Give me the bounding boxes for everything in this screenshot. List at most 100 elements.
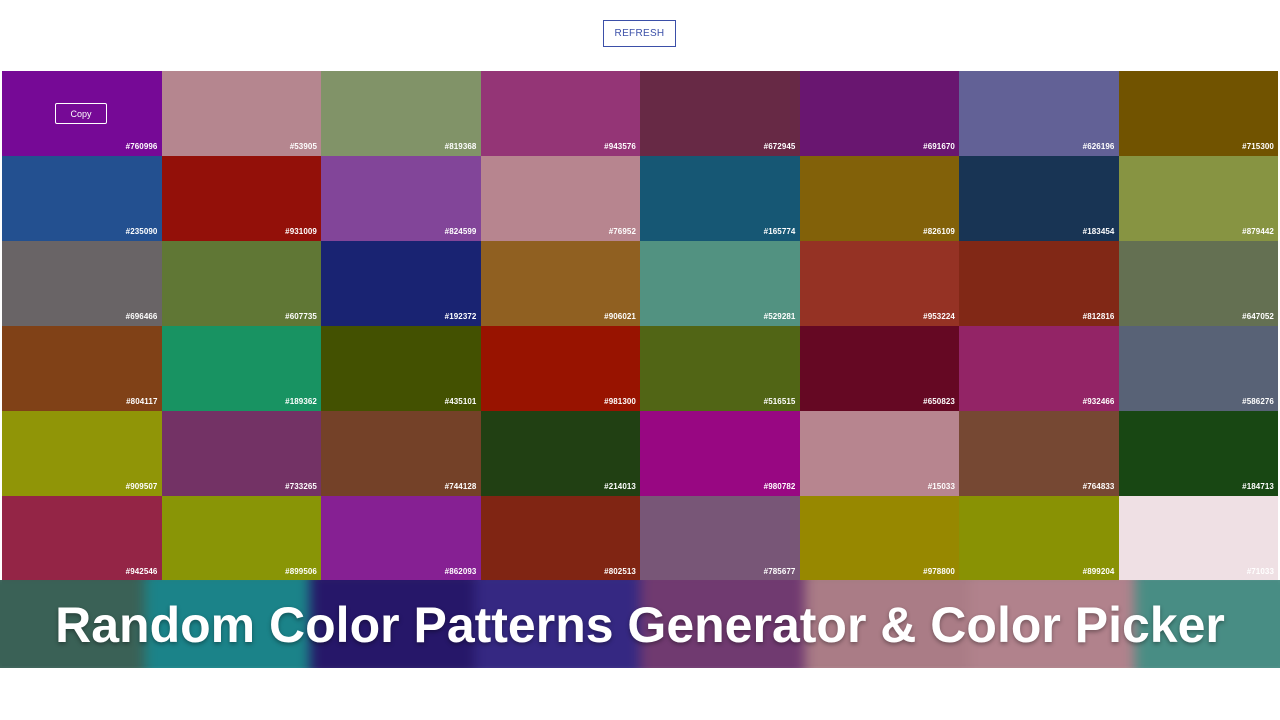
color-swatch[interactable]: #862093 — [321, 496, 481, 581]
swatch-hex-label: #906021 — [604, 312, 636, 321]
color-swatch[interactable]: #76952 — [480, 156, 640, 241]
color-swatch[interactable]: #53905 — [161, 71, 321, 156]
color-swatch[interactable]: #981300 — [480, 326, 640, 411]
swatch-hex-label: #819368 — [444, 142, 477, 151]
color-swatch[interactable]: #607735 — [161, 241, 321, 326]
swatch-hex-label: #715300 — [1242, 142, 1274, 151]
swatch-hex-label: #978800 — [923, 567, 955, 576]
color-swatch[interactable]: #942546 — [2, 496, 162, 581]
swatch-hex-label: #899506 — [285, 567, 317, 576]
swatch-hex-label: #189362 — [285, 397, 317, 406]
swatch-hex-label: #183454 — [1082, 227, 1115, 236]
color-swatch[interactable]: #943576 — [480, 71, 640, 156]
swatch-hex-label: #953224 — [923, 312, 955, 321]
color-swatch[interactable]: #733265 — [161, 411, 321, 496]
swatch-hex-label: #764833 — [1082, 482, 1115, 491]
color-swatch[interactable]: #812816 — [959, 241, 1119, 326]
swatch-hex-label: #879442 — [1242, 227, 1274, 236]
color-swatch[interactable]: #165774 — [640, 156, 800, 241]
color-swatch[interactable]: #980782 — [640, 411, 800, 496]
swatch-hex-label: #981300 — [604, 397, 636, 406]
swatch-hex-label: #691670 — [923, 142, 955, 151]
color-swatch[interactable]: #647052 — [1118, 241, 1278, 326]
swatch-hex-label: #760996 — [125, 142, 158, 151]
swatch-hex-label: #824599 — [444, 227, 477, 236]
color-swatch[interactable]: #978800 — [799, 496, 959, 581]
color-swatch[interactable]: #650823 — [799, 326, 959, 411]
swatch-hex-label: #192372 — [444, 312, 477, 321]
color-swatch[interactable]: #764833 — [959, 411, 1119, 496]
color-swatch[interactable]: #626196 — [959, 71, 1119, 156]
swatch-hex-label: #516515 — [763, 397, 796, 406]
swatch-hex-label: #696466 — [125, 312, 158, 321]
swatch-hex-label: #942546 — [125, 567, 158, 576]
swatch-hex-label: #184713 — [1242, 482, 1274, 491]
color-swatch[interactable]: #435101 — [321, 326, 481, 411]
color-swatch[interactable]: #931009 — [161, 156, 321, 241]
color-swatch[interactable]: #214013 — [480, 411, 640, 496]
color-swatch[interactable]: #71033 — [1118, 496, 1278, 581]
color-swatch[interactable]: #672945 — [640, 71, 800, 156]
banner-title: Random Color Patterns Generator & Color … — [55, 597, 1225, 653]
swatch-hex-label: #53905 — [289, 142, 317, 151]
swatch-hex-label: #672945 — [763, 142, 796, 151]
color-swatch[interactable]: #819368 — [321, 71, 481, 156]
swatch-hex-label: #909507 — [125, 482, 158, 491]
color-swatch[interactable]: #696466 — [2, 241, 162, 326]
color-swatch[interactable]: #192372 — [321, 241, 481, 326]
color-swatch[interactable]: #184713 — [1118, 411, 1278, 496]
color-swatch[interactable]: #953224 — [799, 241, 959, 326]
swatch-hex-label: #15033 — [927, 482, 955, 491]
swatch-hex-label: #804117 — [126, 397, 158, 406]
color-swatch[interactable]: #691670 — [799, 71, 959, 156]
swatch-hex-label: #785677 — [763, 567, 796, 576]
swatch-hex-label: #586276 — [1242, 397, 1274, 406]
swatch-hex-label: #235090 — [125, 227, 158, 236]
swatch-hex-label: #529281 — [763, 312, 796, 321]
swatch-hex-label: #71033 — [1246, 567, 1274, 576]
color-swatch[interactable]: #906021 — [480, 241, 640, 326]
refresh-button[interactable]: REFRESH — [603, 20, 676, 47]
color-swatch[interactable]: #804117 — [2, 326, 162, 411]
swatch-hex-label: #802513 — [604, 567, 636, 576]
swatch-hex-label: #980782 — [763, 482, 796, 491]
swatch-hex-label: #826109 — [923, 227, 955, 236]
swatch-hex-label: #650823 — [923, 397, 955, 406]
color-swatch[interactable]: #744128 — [321, 411, 481, 496]
color-swatch[interactable]: #879442 — [1118, 156, 1278, 241]
header-bar: REFRESH — [0, 0, 1280, 71]
color-swatch[interactable]: #785677 — [640, 496, 800, 581]
copy-button[interactable]: Copy — [55, 103, 107, 124]
swatch-hex-label: #76952 — [608, 227, 636, 236]
swatch-hex-label: #165774 — [763, 227, 796, 236]
color-swatch[interactable]: #826109 — [799, 156, 959, 241]
swatch-hex-label: #607735 — [285, 312, 317, 321]
swatch-hex-label: #435101 — [444, 397, 477, 406]
swatch-hex-label: #626196 — [1082, 142, 1115, 151]
swatch-hex-label: #862093 — [444, 567, 477, 576]
swatch-hex-label: #647052 — [1242, 312, 1274, 321]
color-swatch[interactable]: #529281 — [640, 241, 800, 326]
color-swatch[interactable]: #183454 — [959, 156, 1119, 241]
swatch-hex-label: #943576 — [604, 142, 636, 151]
color-swatch[interactable]: Copy #760996 — [2, 71, 162, 156]
color-swatch[interactable]: #15033 — [799, 411, 959, 496]
color-swatch[interactable]: #899204 — [959, 496, 1119, 581]
swatch-hex-label: #812816 — [1082, 312, 1115, 321]
color-swatch[interactable]: #189362 — [161, 326, 321, 411]
color-swatch[interactable]: #516515 — [640, 326, 800, 411]
color-swatch[interactable]: #932466 — [959, 326, 1119, 411]
swatch-hex-label: #932466 — [1082, 397, 1115, 406]
app-root: REFRESH Copy #760996 #53905 #819368 #943576 #… — [0, 0, 1280, 720]
swatch-hex-label: #744128 — [444, 482, 477, 491]
color-swatch[interactable]: #715300 — [1118, 71, 1278, 156]
color-swatch[interactable]: #899506 — [161, 496, 321, 581]
color-swatch[interactable]: #824599 — [321, 156, 481, 241]
color-swatch[interactable]: #586276 — [1118, 326, 1278, 411]
swatch-hex-label: #733265 — [285, 482, 317, 491]
color-swatch[interactable]: #909507 — [2, 411, 162, 496]
swatch-hex-label: #214013 — [604, 482, 636, 491]
color-swatch[interactable]: #235090 — [2, 156, 162, 241]
color-swatch[interactable]: #802513 — [480, 496, 640, 581]
swatch-hex-label: #931009 — [285, 227, 317, 236]
